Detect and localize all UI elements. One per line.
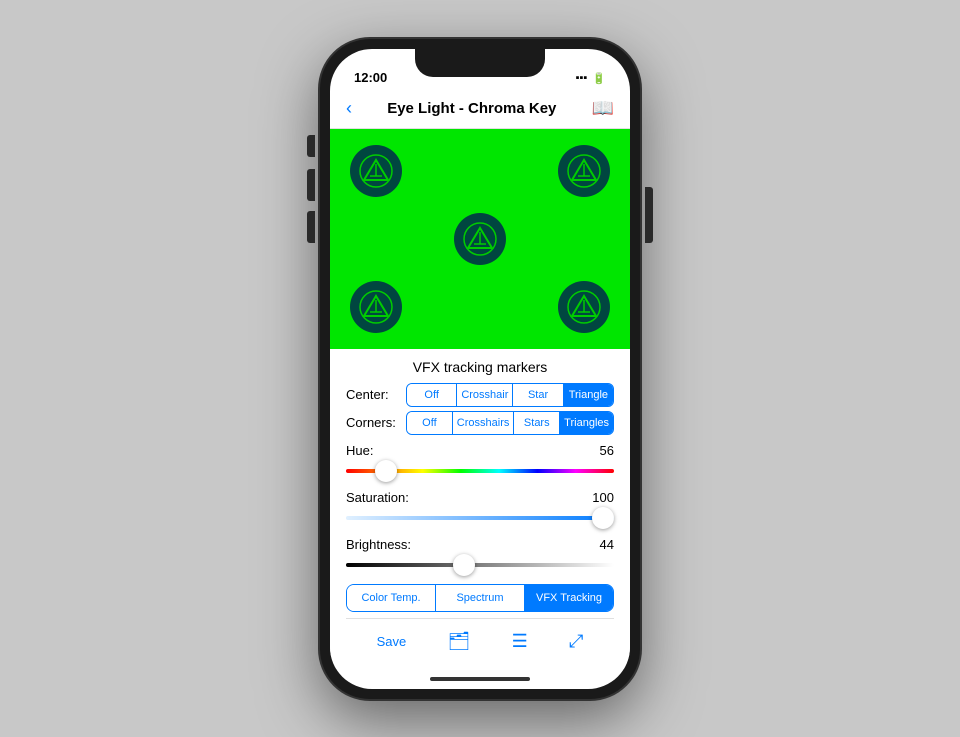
brightness-value: 44 [600, 537, 614, 552]
time-display: 12:00 [354, 70, 387, 85]
page-title: Eye Light - Chroma Key [387, 100, 556, 117]
corners-segment-group: Off Crosshairs Stars Triangles [406, 411, 614, 435]
volume-up-button[interactable] [307, 169, 315, 201]
home-indicator [330, 669, 630, 689]
green-screen-display [330, 129, 630, 349]
hue-thumb[interactable] [375, 460, 397, 482]
controls-panel: VFX tracking markers Center: Off Crossha… [330, 349, 630, 669]
center-star-button[interactable]: Star [513, 384, 563, 406]
phone-screen: 12:00 ▪▪▪ 🔋 ‹ Eye Light - Chroma Key 📖 [330, 49, 630, 689]
hue-value: 56 [600, 443, 614, 458]
hue-track [346, 469, 614, 473]
color-temp-tab[interactable]: Color Temp. [347, 585, 436, 611]
marker-center [454, 213, 506, 265]
saturation-label: Saturation: [346, 490, 409, 505]
center-off-button[interactable]: Off [407, 384, 457, 406]
marker-top-right [558, 145, 610, 197]
wifi-icon: ▪▪▪ [576, 72, 588, 84]
center-control-row: Center: Off Crosshair Star Triangle [346, 383, 614, 407]
book-icon[interactable]: 📖 [592, 98, 614, 119]
save-button[interactable]: Save [377, 634, 407, 649]
mode-tab-group: Color Temp. Spectrum VFX Tracking [346, 584, 614, 612]
hue-row: Hue: 56 [346, 443, 614, 458]
saturation-thumb[interactable] [592, 507, 614, 529]
navigation-bar: ‹ Eye Light - Chroma Key 📖 [330, 89, 630, 129]
brightness-thumb[interactable] [453, 554, 475, 576]
marker-bottom-right [558, 281, 610, 333]
spectrum-tab[interactable]: Spectrum [436, 585, 525, 611]
footer-bar: Save 🗂 ☰ ⤢ [346, 618, 614, 664]
brightness-row: Brightness: 44 [346, 537, 614, 552]
corners-off-button[interactable]: Off [407, 412, 453, 434]
signal-icon: 🔋 [592, 72, 606, 85]
folder-button[interactable]: 🗂 [447, 631, 470, 652]
volume-down-button[interactable] [307, 211, 315, 243]
folder-icon: 🗂 [447, 631, 470, 652]
saturation-row: Saturation: 100 [346, 490, 614, 505]
saturation-slider[interactable] [346, 508, 614, 528]
corners-label: Corners: [346, 415, 406, 430]
section-title: VFX tracking markers [346, 359, 614, 375]
center-triangle-button[interactable]: Triangle [564, 384, 613, 406]
marker-bottom-left [350, 281, 402, 333]
hue-label: Hue: [346, 443, 373, 458]
list-button[interactable]: ☰ [512, 631, 528, 652]
home-bar [430, 677, 530, 681]
power-button[interactable] [645, 187, 653, 243]
center-crosshair-button[interactable]: Crosshair [457, 384, 513, 406]
phone-frame: 12:00 ▪▪▪ 🔋 ‹ Eye Light - Chroma Key 📖 [320, 39, 640, 699]
center-segment-group: Off Crosshair Star Triangle [406, 383, 614, 407]
saturation-track [346, 516, 614, 520]
saturation-value: 100 [592, 490, 614, 505]
list-icon: ☰ [512, 631, 528, 652]
corners-triangles-button[interactable]: Triangles [560, 412, 613, 434]
status-icons: ▪▪▪ 🔋 [576, 72, 606, 85]
brightness-track [346, 563, 614, 567]
save-label: Save [377, 634, 407, 649]
notch [415, 49, 545, 77]
brightness-label: Brightness: [346, 537, 411, 552]
center-label: Center: [346, 387, 406, 402]
mute-button[interactable] [307, 135, 315, 157]
expand-icon: ⤢ [569, 631, 583, 652]
brightness-slider[interactable] [346, 555, 614, 575]
hue-slider[interactable] [346, 461, 614, 481]
marker-top-left [350, 145, 402, 197]
corners-control-row: Corners: Off Crosshairs Stars Triangles [346, 411, 614, 435]
corners-crosshairs-button[interactable]: Crosshairs [453, 412, 515, 434]
back-button[interactable]: ‹ [346, 98, 352, 119]
corners-stars-button[interactable]: Stars [514, 412, 560, 434]
vfx-tracking-tab[interactable]: VFX Tracking [525, 585, 613, 611]
expand-button[interactable]: ⤢ [569, 631, 583, 652]
